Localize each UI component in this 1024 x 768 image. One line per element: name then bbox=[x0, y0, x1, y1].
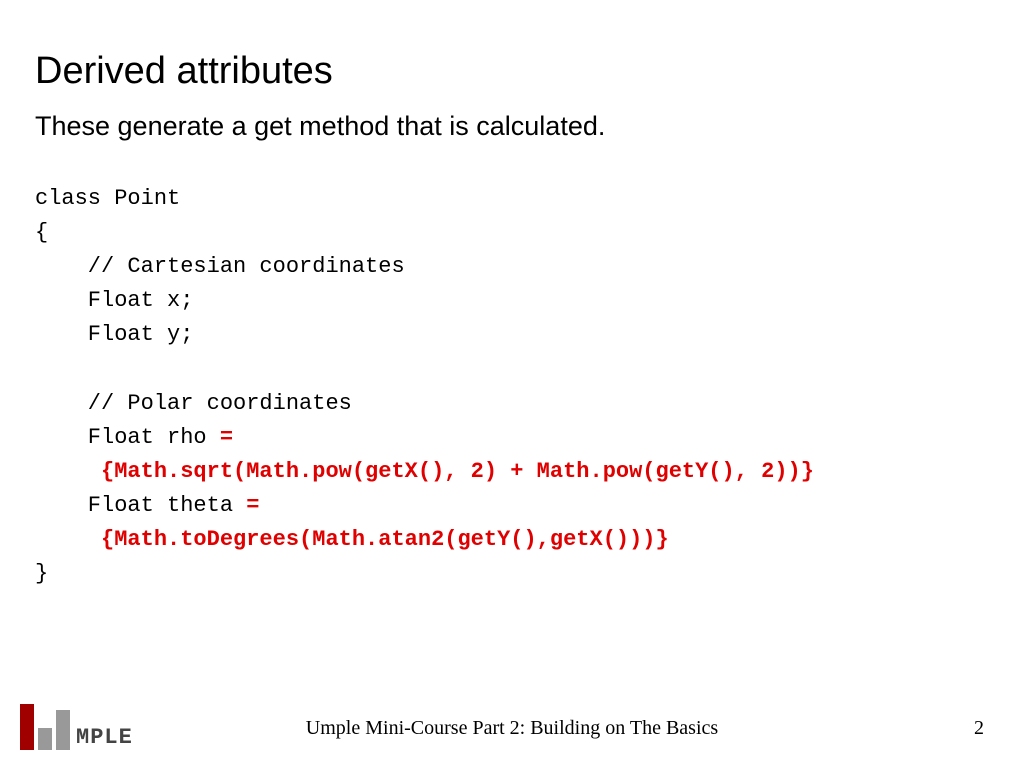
code-line: Float rho bbox=[35, 425, 220, 450]
code-highlight: = bbox=[220, 425, 233, 450]
code-highlight: = bbox=[246, 493, 259, 518]
slide-title: Derived attributes bbox=[35, 50, 989, 93]
code-highlight: {Math.sqrt(Math.pow(getX(), 2) + Math.po… bbox=[35, 459, 814, 484]
code-line: Float x; bbox=[35, 288, 193, 313]
code-line: Float y; bbox=[35, 322, 193, 347]
slide-footer: MPLE Umple Mini-Course Part 2: Building … bbox=[0, 700, 1024, 750]
code-line: Float theta bbox=[35, 493, 246, 518]
code-line: // Polar coordinates bbox=[35, 391, 352, 416]
code-highlight: {Math.toDegrees(Math.atan2(getY(),getX()… bbox=[35, 527, 669, 552]
slide-subtitle: These generate a get method that is calc… bbox=[35, 111, 989, 142]
code-line: } bbox=[35, 561, 48, 586]
code-line: { bbox=[35, 220, 48, 245]
footer-caption: Umple Mini-Course Part 2: Building on Th… bbox=[0, 717, 1024, 740]
code-line: // Cartesian coordinates bbox=[35, 254, 405, 279]
page-number: 2 bbox=[974, 717, 984, 740]
code-block: class Point { // Cartesian coordinates F… bbox=[35, 182, 989, 591]
code-line: class Point bbox=[35, 186, 180, 211]
slide-content: Derived attributes These generate a get … bbox=[0, 0, 1024, 591]
